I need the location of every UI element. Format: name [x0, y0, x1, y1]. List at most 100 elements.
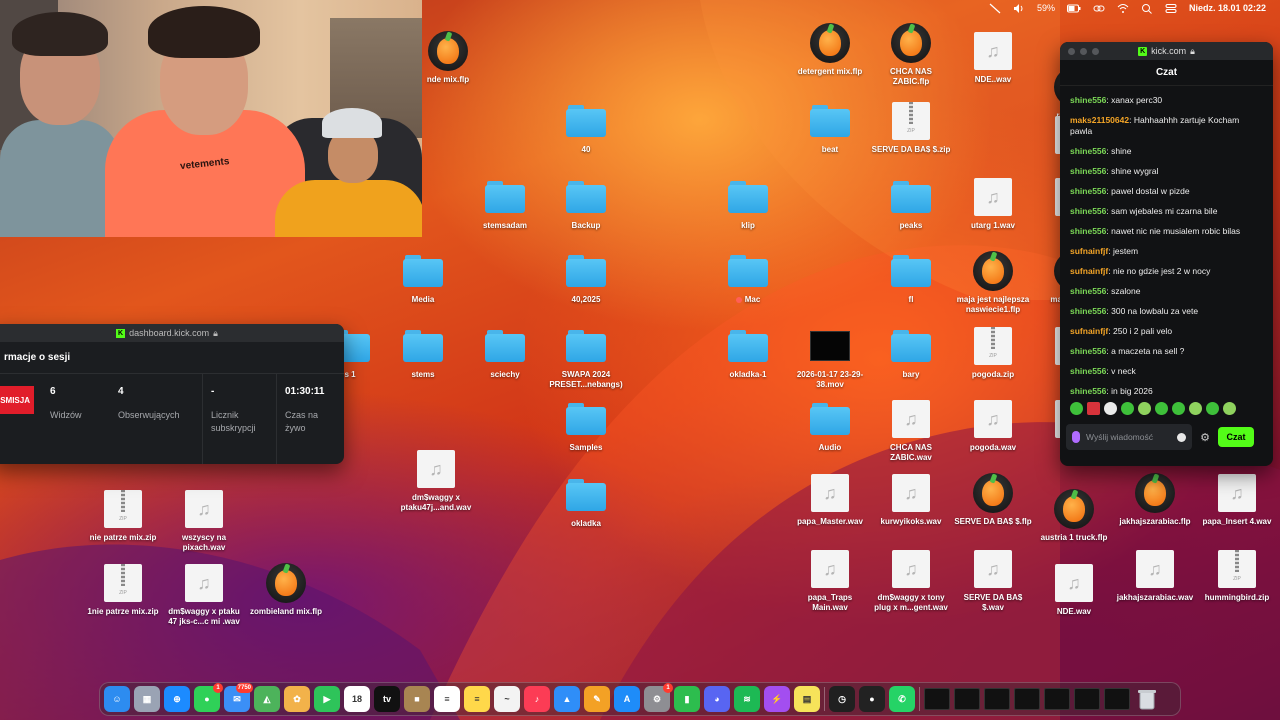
keynote-app-icon[interactable]: ▲: [554, 686, 580, 712]
reminders-app-icon[interactable]: ≡: [434, 686, 460, 712]
discord-app-icon[interactable]: ◕: [704, 686, 730, 712]
desktop-icon-flp[interactable]: jakhajszarabiac.flp: [1115, 472, 1195, 527]
desktop-icon-folder[interactable]: stems: [383, 325, 463, 380]
microphone-icon[interactable]: [1072, 431, 1080, 443]
chat-username[interactable]: shine556: [1070, 346, 1106, 356]
finder-app-icon[interactable]: ☺: [104, 686, 130, 712]
system-settings-app-icon[interactable]: ⚙ 1: [644, 683, 673, 712]
minimized-window-thumbnail[interactable]: [924, 688, 950, 710]
dashboard-window[interactable]: K dashboard.kick.com 🔒︎ rmacje o sesji S…: [0, 324, 344, 464]
launchpad-app-icon[interactable]: ▦: [134, 686, 160, 712]
desktop-icon-wav[interactable]: ♫ dm$waggy x ptaku 47 jks-c...c mi .wav: [164, 562, 244, 627]
desktop-icon-flp[interactable]: nde mix.flp: [408, 30, 488, 85]
stickies-app-icon[interactable]: ▤: [794, 686, 820, 712]
clock[interactable]: Niedz. 18.01 02:22: [1189, 3, 1266, 13]
desktop-icon-flp[interactable]: CHCA NAS ZABIC.flp: [871, 22, 951, 87]
emote-icon[interactable]: [1070, 401, 1083, 415]
minimized-window-thumbnail[interactable]: [1044, 688, 1070, 710]
desktop-icon-folder[interactable]: beat: [790, 100, 870, 155]
desktop-icon-wav[interactable]: ♫ SERVE DA BA$ $.wav: [953, 548, 1033, 613]
desktop-icon-wav[interactable]: ♫ utarg 1.wav: [953, 176, 1033, 231]
desktop-icon-folder[interactable]: sciechy: [465, 325, 545, 380]
desktop-icon-folder[interactable]: okladka: [546, 474, 626, 529]
numbers-app-icon[interactable]: ▮: [674, 686, 700, 712]
spotify-app-icon[interactable]: ≋: [734, 686, 760, 712]
emote-icon[interactable]: [1104, 401, 1117, 415]
send-button[interactable]: Czat: [1218, 427, 1254, 447]
desktop-icon-folder[interactable]: peaks: [871, 176, 951, 231]
chat-username[interactable]: shine556: [1070, 386, 1106, 396]
chat-username[interactable]: sufnainfjf: [1070, 266, 1108, 276]
desktop-icon-folder[interactable]: stemsadam: [465, 176, 545, 231]
search-icon[interactable]: [1141, 3, 1153, 14]
desktop-icon-wav[interactable]: ♫ dm$waggy x tony plug x m...gent.wav: [871, 548, 951, 613]
chat-username[interactable]: shine556: [1070, 226, 1106, 236]
chat-messages[interactable]: shine556: xanax perc30 maks21150642: Hahh…: [1060, 86, 1273, 398]
dashboard-titlebar[interactable]: K dashboard.kick.com 🔒︎: [0, 324, 344, 342]
safari-app-icon[interactable]: ⊕: [164, 686, 190, 712]
desktop-icon-wav[interactable]: ♫ papa_Traps Main.wav: [790, 548, 870, 613]
desktop-icon-wav[interactable]: ♫ jakhajszarabiac.wav: [1115, 548, 1195, 603]
desktop-icon-wav[interactable]: ♫ kurwyikoks.wav: [871, 472, 951, 527]
pages-app-icon[interactable]: ✎: [584, 686, 610, 712]
minimized-window-thumbnail[interactable]: [1014, 688, 1040, 710]
desktop-icon-zip[interactable]: ZIP pogoda.zip: [953, 325, 1033, 380]
chat-username[interactable]: shine556: [1070, 206, 1106, 216]
emoji-icon[interactable]: [1177, 432, 1186, 442]
chat-username[interactable]: shine556: [1070, 95, 1106, 105]
desktop-icon-flp[interactable]: zombieland mix.flp: [246, 562, 326, 617]
desktop-icon-movie[interactable]: 2026-01-17 23-29-38.mov: [790, 325, 870, 390]
desktop-icon-wav[interactable]: ♫ papa_Insert 4.wav: [1197, 472, 1277, 527]
notes-brown-app-icon[interactable]: ■: [404, 686, 430, 712]
emote-icon[interactable]: [1155, 401, 1168, 415]
wifi-icon[interactable]: [1117, 3, 1129, 14]
volume-icon[interactable]: [1013, 3, 1025, 14]
desktop-icon-folder[interactable]: SWAPA 2024 PRESET...nebangs): [546, 325, 626, 390]
chat-username[interactable]: shine556: [1070, 186, 1106, 196]
desktop-icon-wav[interactable]: ♫ wszyscy na pixach.wav: [164, 488, 244, 553]
desktop-icon-folder[interactable]: Media: [383, 250, 463, 305]
chat-username[interactable]: shine556: [1070, 286, 1106, 296]
control-center-icon[interactable]: [1165, 3, 1177, 14]
desktop-icon-zip[interactable]: ZIP 1nie patrze mix.zip: [83, 562, 163, 617]
desktop-icon-flp[interactable]: SERVE DA BA$ $.flp: [953, 472, 1033, 527]
fl-studio-app-icon[interactable]: ●: [859, 686, 885, 712]
chat-username[interactable]: shine556: [1070, 146, 1106, 156]
desktop-icon-wav[interactable]: ♫ NDE..wav: [953, 30, 1033, 85]
desktop-icon-folder[interactable]: bary: [871, 325, 951, 380]
emote-icon[interactable]: [1087, 401, 1100, 415]
battery-icon[interactable]: [1066, 3, 1081, 14]
emote-icon[interactable]: [1206, 401, 1219, 415]
emote-icon[interactable]: [1189, 401, 1202, 415]
messages-app-icon[interactable]: ● 1: [194, 683, 223, 712]
desktop-icon-folder[interactable]: klip: [708, 176, 788, 231]
desktop-icon-wav[interactable]: ♫ pogoda.wav: [953, 398, 1033, 453]
trash-icon[interactable]: [1134, 686, 1160, 712]
desktop-icon-folder[interactable]: Backup: [546, 176, 626, 231]
chat-username[interactable]: shine556: [1070, 366, 1106, 376]
chat-titlebar[interactable]: K kick.com 🔒︎: [1060, 42, 1273, 60]
desktop-icon-flp[interactable]: maja jest najlepsza naswiecie1.flp: [953, 250, 1033, 315]
emote-icon[interactable]: [1223, 401, 1236, 415]
activity-app-icon[interactable]: ◷: [829, 686, 855, 712]
messenger-app-icon[interactable]: ⚡: [764, 686, 790, 712]
desktop-icon-flp[interactable]: detergent mix.flp: [790, 22, 870, 77]
emote-icon[interactable]: [1138, 401, 1151, 415]
gear-icon[interactable]: ⚙: [1198, 431, 1212, 444]
chat-username[interactable]: maks21150642: [1070, 115, 1129, 125]
chat-username[interactable]: sufnainfjf: [1070, 246, 1108, 256]
notes-app-icon[interactable]: ≡: [464, 686, 490, 712]
app-store-app-icon[interactable]: A: [614, 686, 640, 712]
live-badge[interactable]: SMISJA: [0, 386, 34, 414]
chat-username[interactable]: shine556: [1070, 306, 1106, 316]
desktop-icon-folder[interactable]: Samples: [546, 398, 626, 453]
desktop-icon-zip[interactable]: ZIP nie patrze mix.zip: [83, 488, 163, 543]
minimized-window-thumbnail[interactable]: [1074, 688, 1100, 710]
apple-tv-app-icon[interactable]: tv: [374, 686, 400, 712]
mute-icon[interactable]: [989, 3, 1001, 14]
desktop-icon-flp[interactable]: austria 1 truck.flp: [1034, 488, 1114, 543]
desktop-icon-zip[interactable]: ZIP SERVE DA BA$ $.zip: [871, 100, 951, 155]
desktop-icon-wav[interactable]: ♫ CHCA NAS ZABIC.wav: [871, 398, 951, 463]
minimized-window-thumbnail[interactable]: [984, 688, 1010, 710]
emote-icon[interactable]: [1172, 401, 1185, 415]
